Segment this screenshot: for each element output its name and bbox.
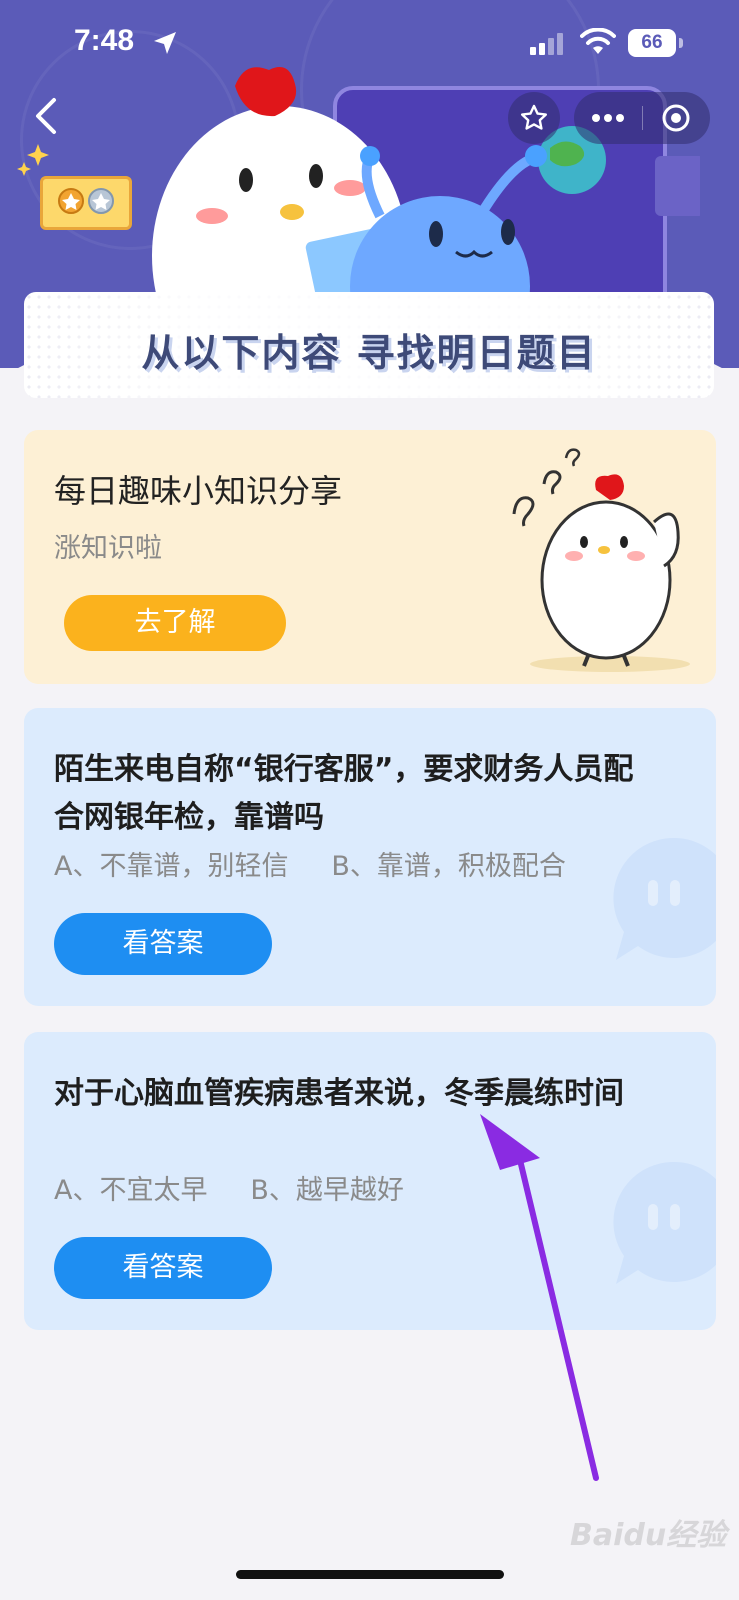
- chat-bubble-icon: [613, 837, 716, 960]
- home-indicator[interactable]: [236, 1570, 504, 1579]
- question-title: 陌生来电自称“银行客服”，要求财务人员配合网银年检，靠谱吗: [54, 752, 634, 835]
- fun-card-title: 每日趣味小知识分享: [54, 472, 343, 510]
- medal-board[interactable]: [40, 176, 132, 230]
- question-card: 对于心脑血管疾病患者来说，冬季晨练时间 A、不宜太早 B、越早越好 看答案: [24, 1032, 716, 1330]
- location-arrow-icon: [154, 32, 176, 54]
- close-miniprogram-button[interactable]: [642, 92, 710, 144]
- learn-more-button[interactable]: 去了解: [64, 595, 286, 651]
- miniprogram-capsule: [574, 92, 710, 144]
- question-card: 陌生来电自称“银行客服”，要求财务人员配合网银年检，靠谱吗 A、不靠谱，别轻信 …: [24, 708, 716, 1006]
- wifi-icon: [580, 28, 616, 54]
- signal-icon: [530, 33, 563, 55]
- banner-title: 从以下内容 寻找明日题目: [141, 331, 597, 375]
- fun-card-subtitle: 涨知识啦: [54, 533, 162, 564]
- status-bar: 7:48 66: [0, 0, 739, 88]
- view-answer-button[interactable]: 看答案: [54, 1237, 272, 1299]
- view-answer-button[interactable]: 看答案: [54, 913, 272, 975]
- medal-icon: [58, 188, 114, 214]
- more-button[interactable]: [574, 92, 642, 144]
- question-options: A、不宜太早 B、越早越好: [54, 1175, 404, 1206]
- fun-fact-card[interactable]: 每日趣味小知识分享 涨知识啦 去了解: [24, 430, 716, 684]
- back-icon[interactable]: [26, 94, 66, 138]
- section-banner: 从以下内容 寻找明日题目: [24, 292, 714, 398]
- favorite-button[interactable]: [508, 92, 560, 144]
- more-icon: [592, 114, 624, 122]
- watermark-logo: Baidu经验: [570, 1518, 727, 1553]
- target-icon: [662, 104, 690, 132]
- star-icon: [521, 104, 547, 130]
- battery-tip: [679, 38, 683, 48]
- chick-illustration: [512, 448, 690, 672]
- sparkle-icon: [17, 144, 49, 176]
- question-title: 对于心脑血管疾病患者来说，冬季晨练时间: [54, 1076, 624, 1111]
- status-time: 7:48: [74, 24, 135, 57]
- chat-bubble-icon: [613, 1161, 716, 1284]
- battery-indicator: 66: [628, 29, 676, 57]
- question-options: A、不靠谱，别轻信 B、靠谱，积极配合: [54, 851, 566, 882]
